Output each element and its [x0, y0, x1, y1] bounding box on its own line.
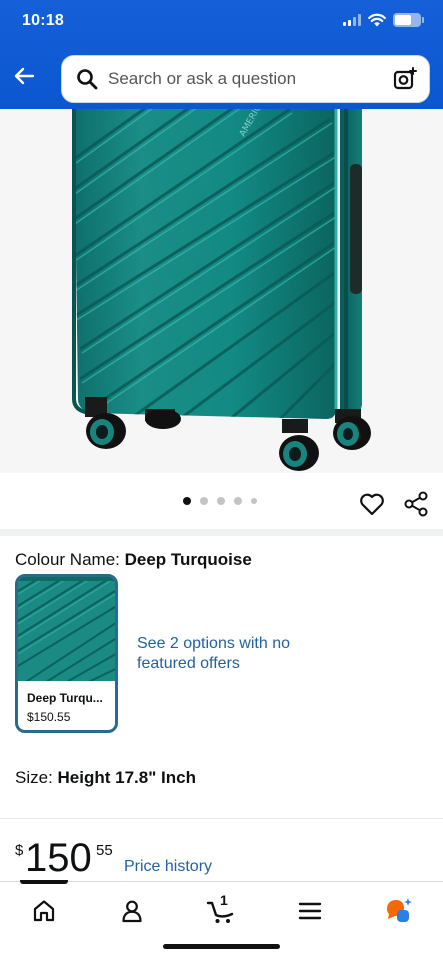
price-fraction: 55: [96, 842, 113, 859]
product-image[interactable]: AMERICAN TOURISTER: [0, 109, 443, 473]
colour-name-label: Colour Name: Deep Turquoise: [15, 550, 252, 570]
nav-rufus-assistant[interactable]: [382, 896, 414, 926]
add-to-wishlist-button[interactable]: [358, 490, 386, 518]
carousel-dot[interactable]: [217, 497, 225, 505]
carousel-dot[interactable]: [200, 497, 208, 505]
carousel-dot[interactable]: [251, 498, 257, 504]
carousel-dot[interactable]: [183, 497, 191, 505]
search-input[interactable]: Search or ask a question: [61, 55, 430, 103]
share-button[interactable]: [402, 490, 430, 518]
menu-icon: [298, 902, 322, 920]
status-time: 10:18: [22, 12, 64, 29]
size-label-prefix: Size:: [15, 768, 58, 787]
home-indicator[interactable]: [163, 944, 280, 949]
section-divider: [0, 529, 443, 536]
account-icon: [122, 900, 142, 923]
size-label: Size: Height 17.8" Inch: [15, 768, 196, 788]
nav-menu[interactable]: [294, 896, 326, 926]
carousel-dot[interactable]: [234, 497, 242, 505]
nav-account[interactable]: [116, 896, 148, 926]
camera-search-icon[interactable]: [393, 67, 417, 91]
battery-icon: [393, 13, 424, 27]
search-placeholder: Search or ask a question: [108, 69, 297, 88]
swatch-thumbnail: [18, 577, 115, 681]
home-icon: [33, 900, 55, 922]
cart-count-badge: 1: [220, 892, 228, 908]
status-icons: [343, 13, 424, 27]
swatch-colour-name: Deep Turqu...: [27, 691, 103, 705]
search-icon: [76, 68, 98, 90]
heart-icon: [360, 493, 384, 516]
top-header: 10:18 Search or ask a question: [0, 0, 443, 109]
section-divider: [0, 818, 443, 819]
share-icon: [404, 491, 428, 517]
colour-value: Deep Turquoise: [124, 550, 252, 569]
see-options-link[interactable]: See 2 options with no featured offers: [137, 634, 307, 674]
wifi-icon: [368, 13, 386, 27]
back-button[interactable]: [10, 62, 38, 90]
colour-label-prefix: Colour Name:: [15, 550, 125, 569]
luggage-photo: AMERICAN TOURISTER: [72, 109, 371, 471]
cellular-signal-icon: [343, 14, 361, 26]
price-history-link[interactable]: Price history: [124, 858, 212, 876]
back-arrow-icon: [14, 67, 35, 85]
carousel-controls: [0, 473, 443, 529]
active-tab-indicator: [20, 880, 68, 884]
nav-home[interactable]: [28, 896, 60, 926]
swatch-price: $150.55: [27, 710, 71, 724]
carousel-dots[interactable]: [183, 497, 257, 505]
colour-swatch-deep-turquoise[interactable]: Deep Turqu... $150.55: [15, 574, 118, 733]
rufus-assistant-icon: [387, 898, 412, 922]
price-currency-symbol: $: [15, 842, 24, 859]
size-value: Height 17.8" Inch: [57, 768, 196, 787]
price-whole: 150: [25, 836, 92, 880]
